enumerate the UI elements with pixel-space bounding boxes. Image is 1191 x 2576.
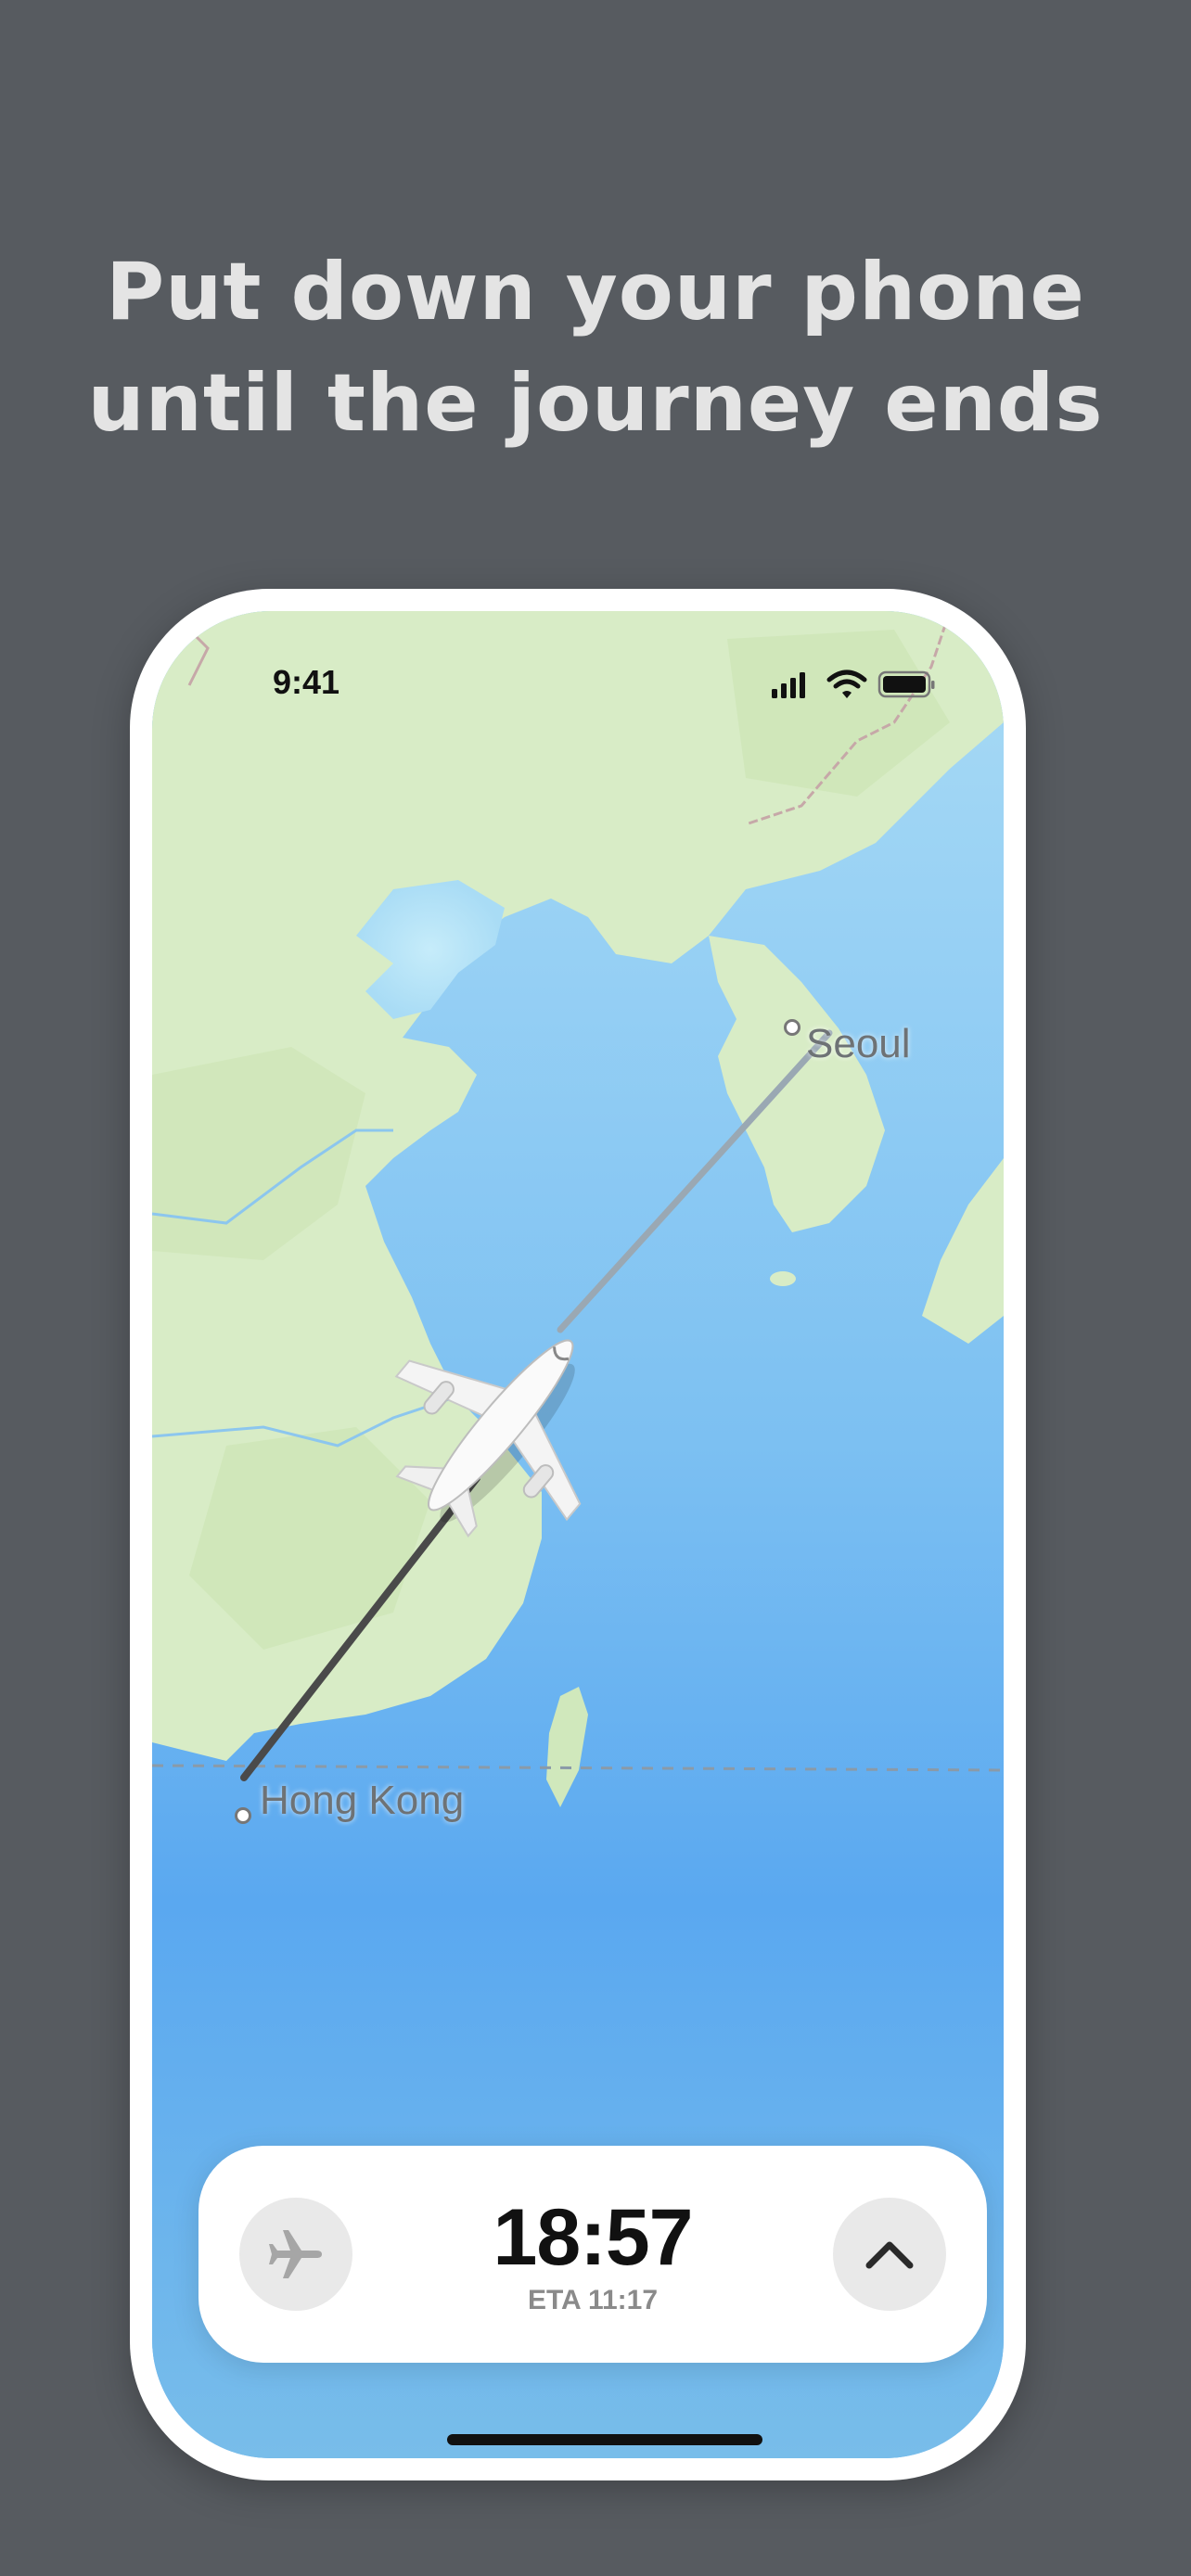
headline-line-1: Put down your phone: [106, 246, 1085, 338]
expand-button[interactable]: [833, 2198, 946, 2311]
home-indicator[interactable]: [447, 2434, 762, 2445]
battery-icon: [877, 670, 935, 698]
flight-status-card: 18:57 ETA 11:17: [198, 2146, 987, 2363]
hong-kong-marker: [235, 1807, 251, 1824]
phone-screen: Seoul Hong Kong 9:41 18:57 ETA 11:17: [152, 611, 1004, 2458]
hong-kong-label: Hong Kong: [260, 1778, 465, 1823]
seoul-label: Seoul: [806, 1021, 911, 1066]
headline-line-2: until the journey ends: [87, 357, 1104, 450]
status-time: 9:41: [273, 663, 340, 701]
wifi-icon: [826, 670, 867, 698]
seoul-marker: [784, 1019, 800, 1036]
status-icons: [772, 670, 935, 698]
signal-icon: [772, 672, 805, 698]
chevron-up-icon: [865, 2241, 914, 2269]
phone-frame: Seoul Hong Kong 9:41 18:57 ETA 11:17: [130, 589, 1026, 2480]
headline: Put down your phone until the journey en…: [0, 236, 1191, 459]
